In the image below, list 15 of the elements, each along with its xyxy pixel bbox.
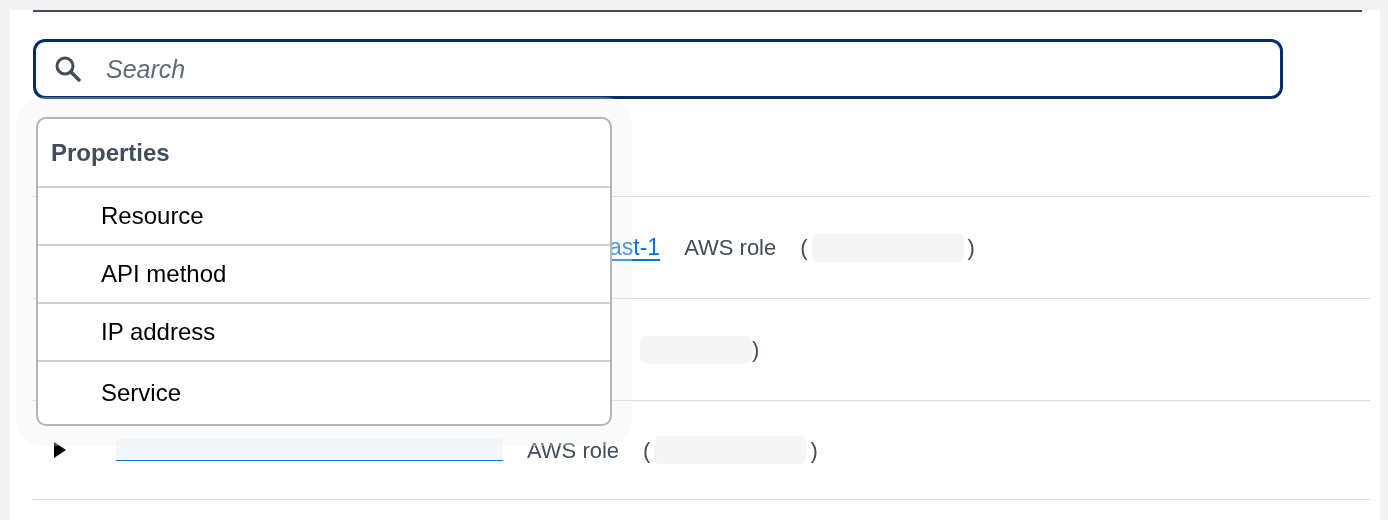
open-paren: (: [800, 234, 808, 262]
expand-caret-icon[interactable]: [53, 441, 67, 459]
search-field[interactable]: Search: [33, 39, 1283, 99]
role-label: AWS role: [527, 436, 620, 465]
dropdown-heading: Properties: [38, 119, 610, 188]
close-paren: ): [810, 436, 818, 465]
close-paren: ): [752, 336, 760, 364]
open-paren: (: [643, 436, 651, 465]
redacted-link[interactable]: [116, 439, 503, 461]
role-label: AWS role: [684, 234, 777, 262]
dropdown-item[interactable]: IP address: [38, 304, 610, 362]
dropdown-item[interactable]: Service: [38, 362, 610, 424]
close-paren: ): [967, 234, 975, 262]
dropdown-item[interactable]: Resource: [38, 188, 610, 246]
dropdown-item[interactable]: API method: [38, 246, 610, 304]
